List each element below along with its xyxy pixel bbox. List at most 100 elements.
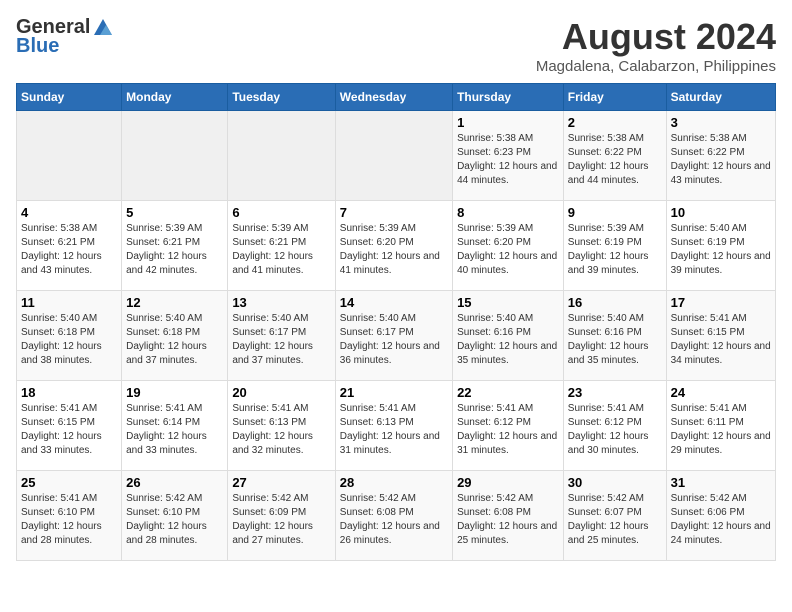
day-info: Sunrise: 5:42 AMSunset: 6:07 PMDaylight:… — [568, 492, 662, 548]
calendar-cell: 13 Sunrise: 5:40 AMSunset: 6:17 PMDayligh… — [228, 291, 335, 381]
day-info: Sunrise: 5:41 AMSunset: 6:15 PMDaylight:… — [671, 312, 771, 368]
logo-icon — [92, 17, 114, 39]
calendar-cell — [335, 111, 452, 201]
day-info: Sunrise: 5:41 AMSunset: 6:15 PMDaylight:… — [21, 402, 117, 458]
calendar-week-row-4: 18 Sunrise: 5:41 AMSunset: 6:15 PMDayligh… — [17, 381, 776, 471]
calendar-cell: 17 Sunrise: 5:41 AMSunset: 6:15 PMDayligh… — [666, 291, 775, 381]
calendar-cell — [122, 111, 228, 201]
calendar-cell: 10 Sunrise: 5:40 AMSunset: 6:19 PMDayligh… — [666, 201, 775, 291]
calendar-cell: 7 Sunrise: 5:39 AMSunset: 6:20 PMDaylight… — [335, 201, 452, 291]
day-number: 26 — [126, 475, 223, 490]
calendar-cell: 21 Sunrise: 5:41 AMSunset: 6:13 PMDayligh… — [335, 381, 452, 471]
day-info: Sunrise: 5:41 AMSunset: 6:12 PMDaylight:… — [568, 402, 662, 458]
calendar-cell: 14 Sunrise: 5:40 AMSunset: 6:17 PMDayligh… — [335, 291, 452, 381]
col-friday: Friday — [563, 84, 666, 111]
day-info: Sunrise: 5:41 AMSunset: 6:13 PMDaylight:… — [232, 402, 330, 458]
calendar-week-row-1: 1 Sunrise: 5:38 AMSunset: 6:23 PMDaylight… — [17, 111, 776, 201]
day-number: 19 — [126, 385, 223, 400]
col-wednesday: Wednesday — [335, 84, 452, 111]
calendar-cell: 25Sunrise: 5:41 AMSunset: 6:10 PMDayligh… — [17, 471, 122, 561]
day-number: 8 — [457, 205, 559, 220]
day-info: Sunrise: 5:42 AMSunset: 6:08 PMDaylight:… — [340, 492, 448, 548]
calendar-cell — [17, 111, 122, 201]
calendar-cell: 31 Sunrise: 5:42 AMSunset: 6:06 PMDayligh… — [666, 471, 775, 561]
col-tuesday: Tuesday — [228, 84, 335, 111]
calendar-table: Sunday Monday Tuesday Wednesday Thursday… — [16, 83, 776, 561]
day-number: 11 — [21, 295, 117, 310]
logo: General Blue — [16, 16, 114, 58]
calendar-cell — [228, 111, 335, 201]
day-info: Sunrise: 5:39 AMSunset: 6:20 PMDaylight:… — [340, 222, 448, 278]
calendar-cell: 29Sunrise: 5:42 AMSunset: 6:08 PMDayligh… — [453, 471, 564, 561]
calendar-week-row-5: 25Sunrise: 5:41 AMSunset: 6:10 PMDayligh… — [17, 471, 776, 561]
day-number: 5 — [126, 205, 223, 220]
day-number: 22 — [457, 385, 559, 400]
col-saturday: Saturday — [666, 84, 775, 111]
day-number: 24 — [671, 385, 771, 400]
day-info: Sunrise: 5:41 AMSunset: 6:12 PMDaylight:… — [457, 402, 559, 458]
day-info: Sunrise: 5:39 AMSunset: 6:20 PMDaylight:… — [457, 222, 559, 278]
calendar-cell: 24 Sunrise: 5:41 AMSunset: 6:11 PMDayligh… — [666, 381, 775, 471]
day-info: Sunrise: 5:40 AMSunset: 6:17 PMDaylight:… — [232, 312, 330, 368]
col-monday: Monday — [122, 84, 228, 111]
day-number: 1 — [457, 115, 559, 130]
day-number: 6 — [232, 205, 330, 220]
calendar-cell: 30 Sunrise: 5:42 AMSunset: 6:07 PMDayligh… — [563, 471, 666, 561]
day-info: Sunrise: 5:39 AMSunset: 6:19 PMDaylight:… — [568, 222, 662, 278]
day-number: 23 — [568, 385, 662, 400]
calendar-cell: 5 Sunrise: 5:39 AMSunset: 6:21 PMDaylight… — [122, 201, 228, 291]
day-info: Sunrise: 5:41 AMSunset: 6:13 PMDaylight:… — [340, 402, 448, 458]
day-info: Sunrise: 5:38 AMSunset: 6:22 PMDaylight:… — [568, 132, 662, 188]
day-info: Sunrise: 5:39 AMSunset: 6:21 PMDaylight:… — [126, 222, 223, 278]
col-thursday: Thursday — [453, 84, 564, 111]
calendar-cell: 19 Sunrise: 5:41 AMSunset: 6:14 PMDayligh… — [122, 381, 228, 471]
calendar-cell: 12 Sunrise: 5:40 AMSunset: 6:18 PMDayligh… — [122, 291, 228, 381]
calendar-week-row-2: 4Sunrise: 5:38 AMSunset: 6:21 PMDaylight… — [17, 201, 776, 291]
day-number: 31 — [671, 475, 771, 490]
calendar-cell: 3 Sunrise: 5:38 AMSunset: 6:22 PMDaylight… — [666, 111, 775, 201]
day-info: Sunrise: 5:40 AMSunset: 6:18 PMDaylight:… — [126, 312, 223, 368]
calendar-cell: 15Sunrise: 5:40 AMSunset: 6:16 PMDayligh… — [453, 291, 564, 381]
calendar-cell: 18 Sunrise: 5:41 AMSunset: 6:15 PMDayligh… — [17, 381, 122, 471]
calendar-cell: 22 Sunrise: 5:41 AMSunset: 6:12 PMDayligh… — [453, 381, 564, 471]
subtitle: Magdalena, Calabarzon, Philippines — [536, 58, 776, 75]
title-section: August 2024 Magdalena, Calabarzon, Phili… — [536, 16, 776, 75]
day-number: 21 — [340, 385, 448, 400]
calendar-cell: 6Sunrise: 5:39 AMSunset: 6:21 PMDaylight… — [228, 201, 335, 291]
day-number: 20 — [232, 385, 330, 400]
day-number: 18 — [21, 385, 117, 400]
day-number: 4 — [21, 205, 117, 220]
header: General Blue August 2024 Magdalena, Cala… — [16, 16, 776, 75]
day-number: 12 — [126, 295, 223, 310]
day-number: 29 — [457, 475, 559, 490]
day-info: Sunrise: 5:42 AMSunset: 6:09 PMDaylight:… — [232, 492, 330, 548]
col-sunday: Sunday — [17, 84, 122, 111]
day-number: 14 — [340, 295, 448, 310]
day-info: Sunrise: 5:40 AMSunset: 6:19 PMDaylight:… — [671, 222, 771, 278]
day-info: Sunrise: 5:40 AMSunset: 6:18 PMDaylight:… — [21, 312, 117, 368]
day-number: 17 — [671, 295, 771, 310]
day-info: Sunrise: 5:40 AMSunset: 6:16 PMDaylight:… — [568, 312, 662, 368]
day-info: Sunrise: 5:42 AMSunset: 6:06 PMDaylight:… — [671, 492, 771, 548]
day-number: 10 — [671, 205, 771, 220]
day-info: Sunrise: 5:38 AMSunset: 6:22 PMDaylight:… — [671, 132, 771, 188]
day-info: Sunrise: 5:41 AMSunset: 6:11 PMDaylight:… — [671, 402, 771, 458]
day-number: 9 — [568, 205, 662, 220]
calendar-cell: 27 Sunrise: 5:42 AMSunset: 6:09 PMDayligh… — [228, 471, 335, 561]
day-number: 3 — [671, 115, 771, 130]
day-number: 7 — [340, 205, 448, 220]
logo-blue-text: Blue — [16, 35, 59, 58]
day-info: Sunrise: 5:40 AMSunset: 6:17 PMDaylight:… — [340, 312, 448, 368]
day-number: 25 — [21, 475, 117, 490]
day-info: Sunrise: 5:41 AMSunset: 6:14 PMDaylight:… — [126, 402, 223, 458]
day-number: 27 — [232, 475, 330, 490]
calendar-week-row-3: 11 Sunrise: 5:40 AMSunset: 6:18 PMDayligh… — [17, 291, 776, 381]
calendar-cell: 26Sunrise: 5:42 AMSunset: 6:10 PMDayligh… — [122, 471, 228, 561]
day-info: Sunrise: 5:38 AMSunset: 6:23 PMDaylight:… — [457, 132, 559, 188]
calendar-cell: 20 Sunrise: 5:41 AMSunset: 6:13 PMDayligh… — [228, 381, 335, 471]
day-number: 30 — [568, 475, 662, 490]
day-number: 13 — [232, 295, 330, 310]
calendar-cell: 16Sunrise: 5:40 AMSunset: 6:16 PMDayligh… — [563, 291, 666, 381]
calendar-header-row: Sunday Monday Tuesday Wednesday Thursday… — [17, 84, 776, 111]
day-number: 28 — [340, 475, 448, 490]
